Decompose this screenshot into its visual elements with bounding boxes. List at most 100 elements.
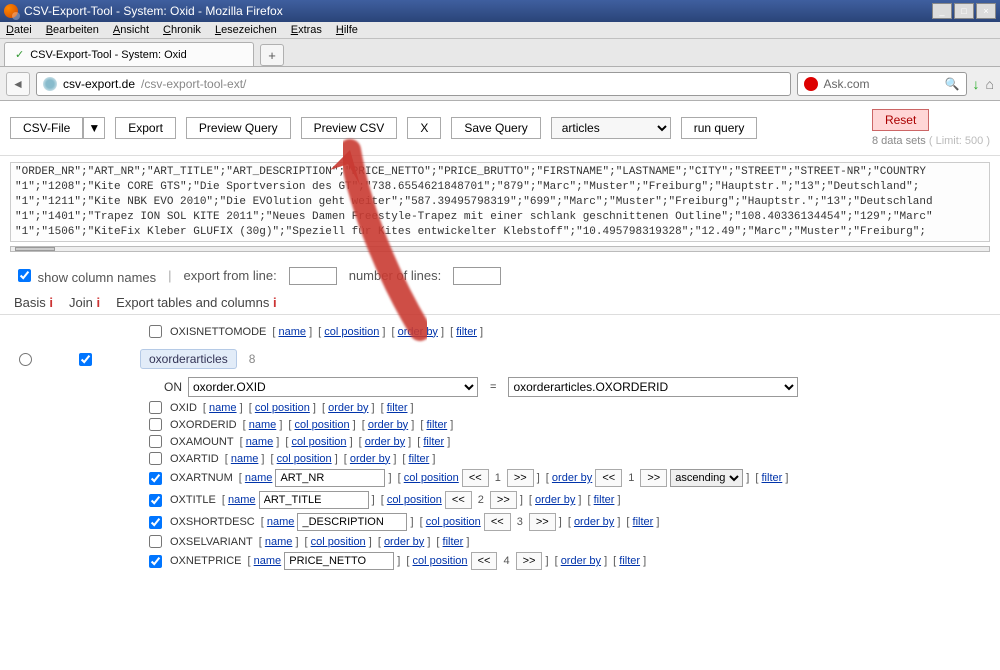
filter-link[interactable]: filter xyxy=(387,402,408,414)
order-by-link[interactable]: order by xyxy=(368,419,408,431)
order-by-link[interactable]: order by xyxy=(365,436,405,448)
name-link[interactable]: name xyxy=(228,494,256,506)
col-position-link[interactable]: col position xyxy=(324,326,379,338)
menu-help[interactable]: Hilfe xyxy=(336,24,358,36)
column-checkbox[interactable] xyxy=(149,472,162,485)
col-position-link[interactable]: col position xyxy=(412,555,467,567)
order-next-button[interactable]: >> xyxy=(640,469,667,487)
name-link[interactable]: name xyxy=(246,436,274,448)
filter-link[interactable]: filter xyxy=(423,436,444,448)
csv-file-dropdown-icon[interactable]: ▼ xyxy=(83,117,105,139)
number-of-lines-input[interactable] xyxy=(453,267,501,285)
back-button[interactable]: ◄ xyxy=(6,72,30,96)
scrollbar-thumb[interactable] xyxy=(15,247,55,251)
name-link[interactable]: name xyxy=(279,326,307,338)
column-checkbox[interactable] xyxy=(149,555,162,568)
save-query-button[interactable]: Save Query xyxy=(451,117,540,139)
show-column-names-checkbox[interactable]: show column names xyxy=(14,266,156,285)
on-right-select[interactable]: oxorderarticles.OXORDERID xyxy=(508,377,798,397)
name-link[interactable]: name xyxy=(265,536,293,548)
column-checkbox[interactable] xyxy=(149,494,162,507)
menu-bookmarks[interactable]: Lesezeichen xyxy=(215,24,277,36)
filter-link[interactable]: filter xyxy=(619,555,640,567)
menu-file[interactable]: Datei xyxy=(6,24,32,36)
name-link[interactable]: name xyxy=(209,402,237,414)
column-checkbox[interactable] xyxy=(149,516,162,529)
target-select[interactable]: articles xyxy=(551,117,671,139)
order-by-link[interactable]: order by xyxy=(384,536,424,548)
filter-link[interactable]: filter xyxy=(762,472,783,484)
name-link[interactable]: name xyxy=(231,453,259,465)
maximize-button[interactable]: □ xyxy=(954,3,974,19)
csv-file-select[interactable]: CSV-File xyxy=(10,117,83,139)
filter-link[interactable]: filter xyxy=(409,453,430,465)
order-by-link[interactable]: order by xyxy=(398,326,438,338)
csv-preview[interactable]: "ORDER_NR";"ART_NR";"ART_TITLE";"ART_DES… xyxy=(10,162,990,242)
new-tab-button[interactable]: + xyxy=(260,44,284,66)
preview-csv-button[interactable]: Preview CSV xyxy=(301,117,398,139)
browser-tab[interactable]: ✓ CSV-Export-Tool - System: Oxid xyxy=(4,42,254,66)
table-checkbox[interactable] xyxy=(79,353,92,366)
name-link[interactable]: name xyxy=(245,472,273,484)
csv-horizontal-scrollbar[interactable] xyxy=(10,246,990,252)
col-position-link[interactable]: col position xyxy=(426,516,481,528)
column-checkbox[interactable] xyxy=(149,452,162,465)
run-query-button[interactable]: run query xyxy=(681,117,758,139)
tab-join[interactable]: Join i xyxy=(69,295,100,310)
name-link[interactable]: name xyxy=(254,555,282,567)
close-preview-button[interactable]: X xyxy=(407,117,441,139)
alias-input[interactable] xyxy=(259,491,369,509)
order-by-link[interactable]: order by xyxy=(552,472,592,484)
reset-button[interactable]: Reset xyxy=(872,109,929,131)
name-link[interactable]: name xyxy=(249,419,277,431)
close-window-button[interactable]: × xyxy=(976,3,996,19)
search-go-icon[interactable]: 🔍 xyxy=(945,77,960,91)
preview-query-button[interactable]: Preview Query xyxy=(186,117,291,139)
export-from-line-input[interactable] xyxy=(289,267,337,285)
order-by-link[interactable]: order by xyxy=(328,402,368,414)
tab-export-columns[interactable]: Export tables and columns i xyxy=(116,295,276,310)
name-link[interactable]: name xyxy=(267,516,295,528)
menu-history[interactable]: Chronik xyxy=(163,24,201,36)
column-checkbox[interactable] xyxy=(149,325,162,338)
order-by-link[interactable]: order by xyxy=(350,453,390,465)
alias-input[interactable] xyxy=(275,469,385,487)
pos-next-button[interactable]: >> xyxy=(516,552,543,570)
order-prev-button[interactable]: << xyxy=(595,469,622,487)
filter-link[interactable]: filter xyxy=(456,326,477,338)
url-bar[interactable]: csv-export.de/csv-export-tool-ext/ xyxy=(36,72,791,96)
alias-input[interactable] xyxy=(284,552,394,570)
pos-prev-button[interactable]: << xyxy=(445,491,472,509)
pos-next-button[interactable]: >> xyxy=(490,491,517,509)
pos-prev-button[interactable]: << xyxy=(462,469,489,487)
col-position-link[interactable]: col position xyxy=(277,453,332,465)
alias-input[interactable] xyxy=(297,513,407,531)
table-radio[interactable] xyxy=(19,353,32,366)
tab-basis[interactable]: Basis i xyxy=(14,295,53,310)
column-checkbox[interactable] xyxy=(149,418,162,431)
filter-link[interactable]: filter xyxy=(426,419,447,431)
minimize-button[interactable]: _ xyxy=(932,3,952,19)
col-position-link[interactable]: col position xyxy=(255,402,310,414)
pos-prev-button[interactable]: << xyxy=(484,513,511,531)
col-position-link[interactable]: col position xyxy=(295,419,350,431)
col-position-link[interactable]: col position xyxy=(404,472,459,484)
filter-link[interactable]: filter xyxy=(594,494,615,506)
table-chip[interactable]: oxorderarticles xyxy=(140,349,237,369)
menu-view[interactable]: Ansicht xyxy=(113,24,149,36)
menu-edit[interactable]: Bearbeiten xyxy=(46,24,99,36)
col-position-link[interactable]: col position xyxy=(311,536,366,548)
filter-link[interactable]: filter xyxy=(633,516,654,528)
pos-next-button[interactable]: >> xyxy=(507,469,534,487)
on-left-select[interactable]: oxorder.OXID xyxy=(188,377,478,397)
filter-link[interactable]: filter xyxy=(443,536,464,548)
col-position-link[interactable]: col position xyxy=(291,436,346,448)
order-by-link[interactable]: order by xyxy=(574,516,614,528)
column-checkbox[interactable] xyxy=(149,435,162,448)
column-checkbox[interactable] xyxy=(149,401,162,414)
column-checkbox[interactable] xyxy=(149,535,162,548)
export-button[interactable]: Export xyxy=(115,117,176,139)
col-position-link[interactable]: col position xyxy=(387,494,442,506)
pos-prev-button[interactable]: << xyxy=(471,552,498,570)
menu-extras[interactable]: Extras xyxy=(291,24,322,36)
